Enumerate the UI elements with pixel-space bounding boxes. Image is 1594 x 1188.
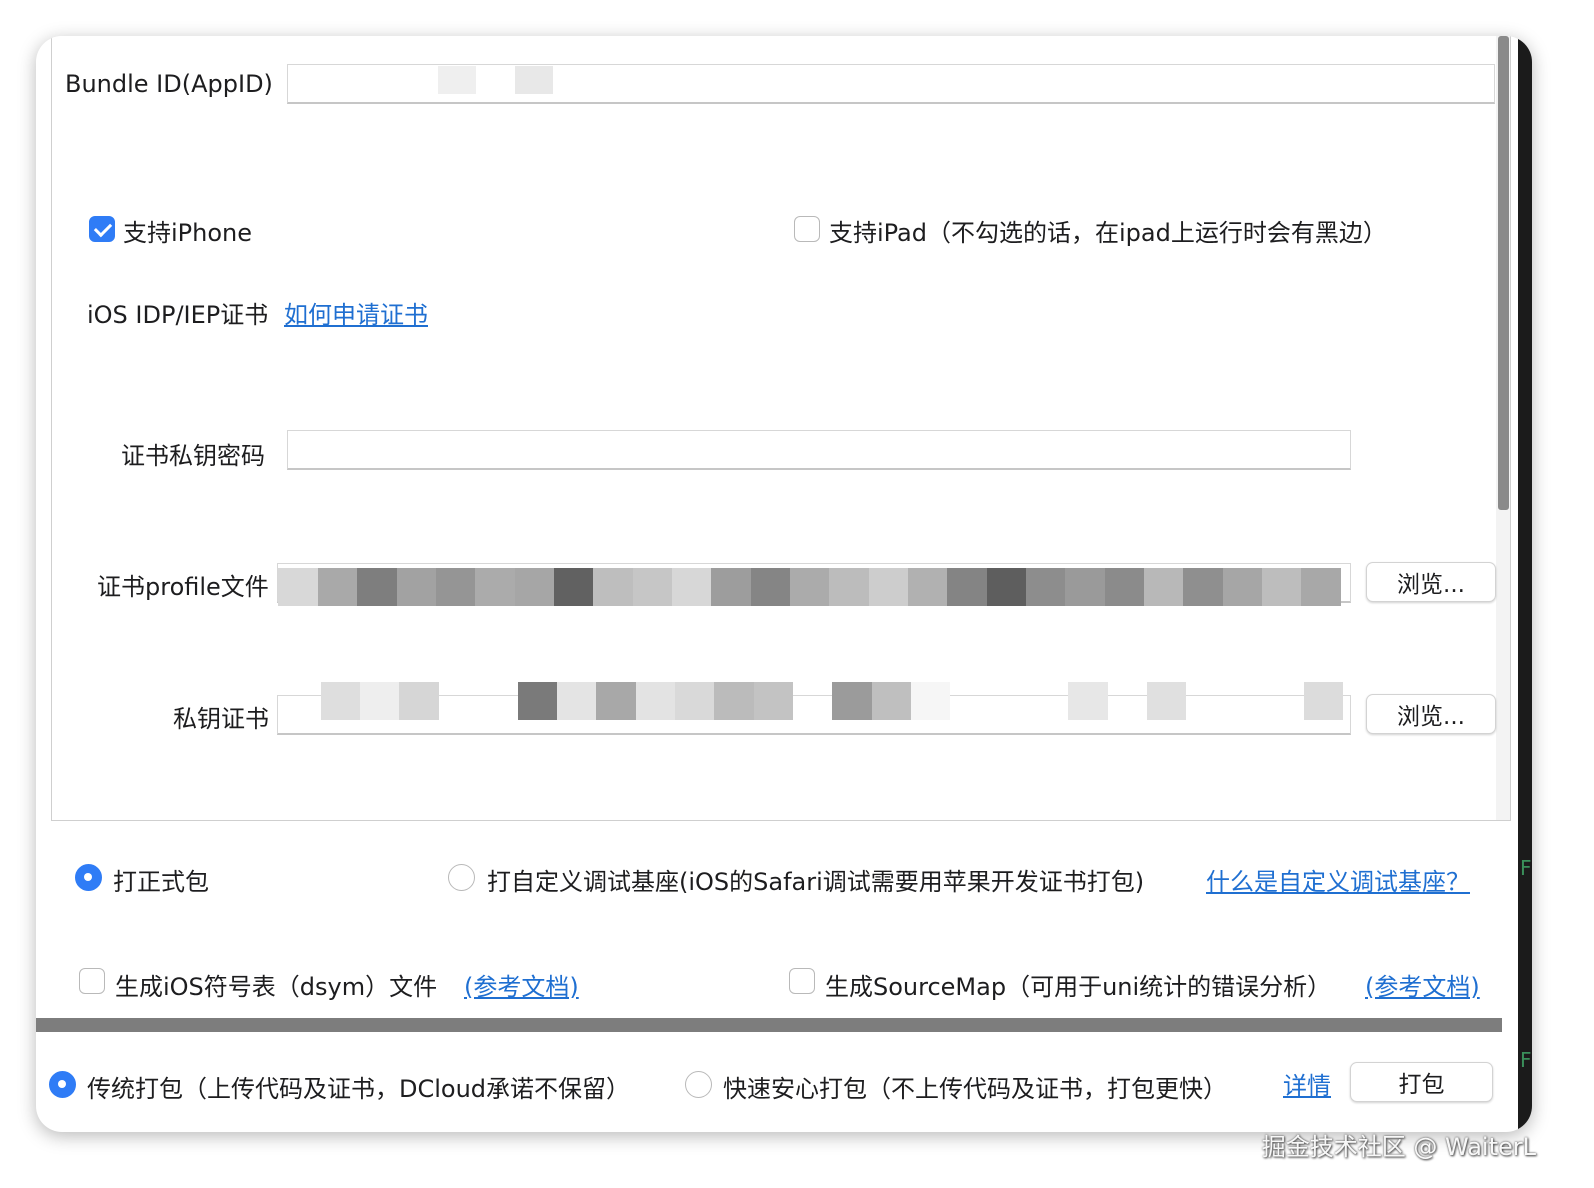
dsym-checkbox[interactable] — [79, 968, 105, 994]
section-divider — [36, 1018, 1502, 1032]
dsym-label: 生成iOS符号表（dsym）文件 — [115, 973, 438, 1001]
private-key-cert-path-redacted — [278, 682, 1343, 720]
support-iphone-label: 支持iPhone — [123, 219, 253, 247]
custom-debug-label: 打自定义调试基座(iOS的Safari调试需要用苹果开发证书打包) — [487, 868, 1145, 896]
fast-package-label: 快速安心打包（不上传代码及证书，打包更快） — [723, 1075, 1227, 1103]
profile-file-label: 证书profile文件 — [97, 573, 269, 601]
custom-debug-radio[interactable] — [448, 864, 475, 891]
scrollbar[interactable] — [1496, 36, 1510, 820]
private-key-password-input[interactable] — [287, 430, 1351, 470]
form-panel: Bundle ID(AppID) 支持iPhone 支持iPad（不勾选的话，在… — [51, 36, 1511, 821]
sourcemap-doc-link[interactable]: (参考文档) — [1365, 967, 1480, 1002]
cert-help-link[interactable]: 如何申请证书 — [284, 295, 428, 330]
watermark: 掘金技术社区 @ WaiterL — [1261, 1133, 1536, 1161]
scrollbar-thumb[interactable] — [1498, 36, 1509, 510]
package-window: Bundle ID(AppID) 支持iPhone 支持iPad（不勾选的话，在… — [36, 36, 1532, 1132]
private-key-password-label: 证书私钥密码 — [121, 442, 265, 470]
support-iphone-checkbox[interactable] — [89, 216, 115, 242]
release-package-radio[interactable] — [75, 864, 102, 891]
private-key-cert-label: 私钥证书 — [173, 705, 269, 733]
release-package-label: 打正式包 — [113, 868, 209, 896]
traditional-package-label: 传统打包（上传代码及证书，DCloud承诺不保留） — [87, 1075, 631, 1103]
custom-debug-help-link[interactable]: 什么是自定义调试基座？ — [1206, 862, 1470, 897]
sourcemap-checkbox[interactable] — [789, 968, 815, 994]
background-editor-edge: F F — [1518, 36, 1532, 1132]
cert-label: iOS IDP/IEP证书 — [87, 301, 269, 329]
private-key-browse-button[interactable]: 浏览... — [1366, 694, 1496, 734]
fast-package-radio[interactable] — [685, 1071, 712, 1098]
package-button[interactable]: 打包 — [1350, 1062, 1493, 1102]
sourcemap-label: 生成SourceMap（可用于uni统计的错误分析） — [825, 973, 1332, 1001]
profile-file-path-redacted — [278, 568, 1343, 606]
support-ipad-checkbox[interactable] — [794, 216, 820, 242]
details-link[interactable]: 详情 — [1283, 1066, 1331, 1101]
bundle-id-label: Bundle ID(AppID) — [65, 70, 273, 98]
support-ipad-label: 支持iPad（不勾选的话，在ipad上运行时会有黑边） — [829, 219, 1387, 247]
dsym-doc-link[interactable]: (参考文档) — [464, 967, 579, 1002]
bundle-id-redacted — [438, 66, 558, 94]
profile-browse-button[interactable]: 浏览... — [1366, 562, 1496, 602]
traditional-package-radio[interactable] — [49, 1071, 76, 1098]
